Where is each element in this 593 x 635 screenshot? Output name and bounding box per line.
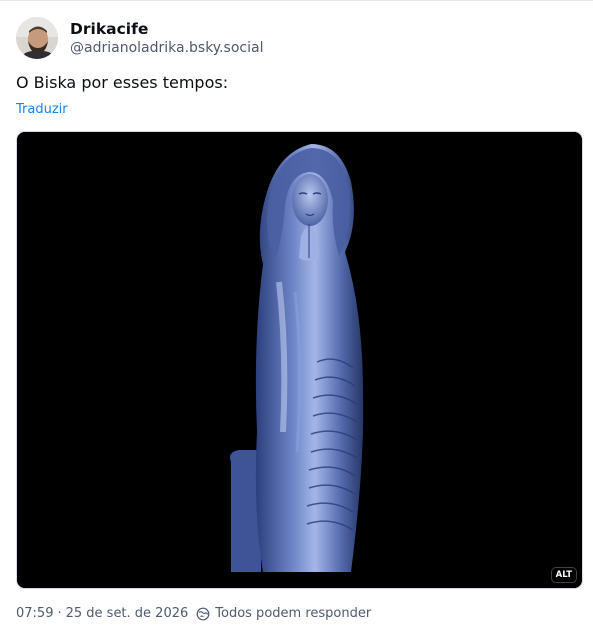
post-image[interactable]: ALT [16, 131, 583, 589]
globe-icon [196, 607, 210, 621]
post-date[interactable]: 25 de set. de 2026 [66, 605, 189, 623]
alt-text-badge[interactable]: ALT [550, 567, 577, 583]
author-display-name[interactable]: Drikacife [70, 19, 263, 39]
post-text: O Biska por esses tempos: [16, 73, 229, 92]
statue-image [17, 132, 582, 588]
meta-separator: · [57, 606, 62, 621]
author-handle[interactable]: @adrianoladrika.bsky.social [70, 39, 263, 58]
avatar[interactable] [16, 17, 58, 59]
reply-setting[interactable]: Todos podem responder [215, 605, 371, 623]
top-divider [0, 0, 593, 1]
post-author: Drikacife @adrianoladrika.bsky.social [16, 17, 263, 59]
translate-link[interactable]: Traduzir [16, 101, 68, 119]
post-time[interactable]: 07:59 [16, 605, 53, 623]
post-meta: 07:59 · 25 de set. de 2026 Todos podem r… [16, 605, 371, 623]
person-avatar-icon [16, 17, 58, 59]
